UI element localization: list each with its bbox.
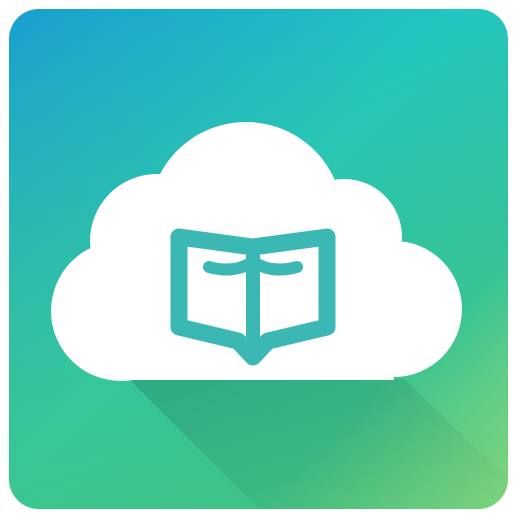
cloud-book-icon xyxy=(9,9,508,509)
screen-canvas xyxy=(0,0,517,518)
app-icon[interactable] xyxy=(9,9,508,509)
